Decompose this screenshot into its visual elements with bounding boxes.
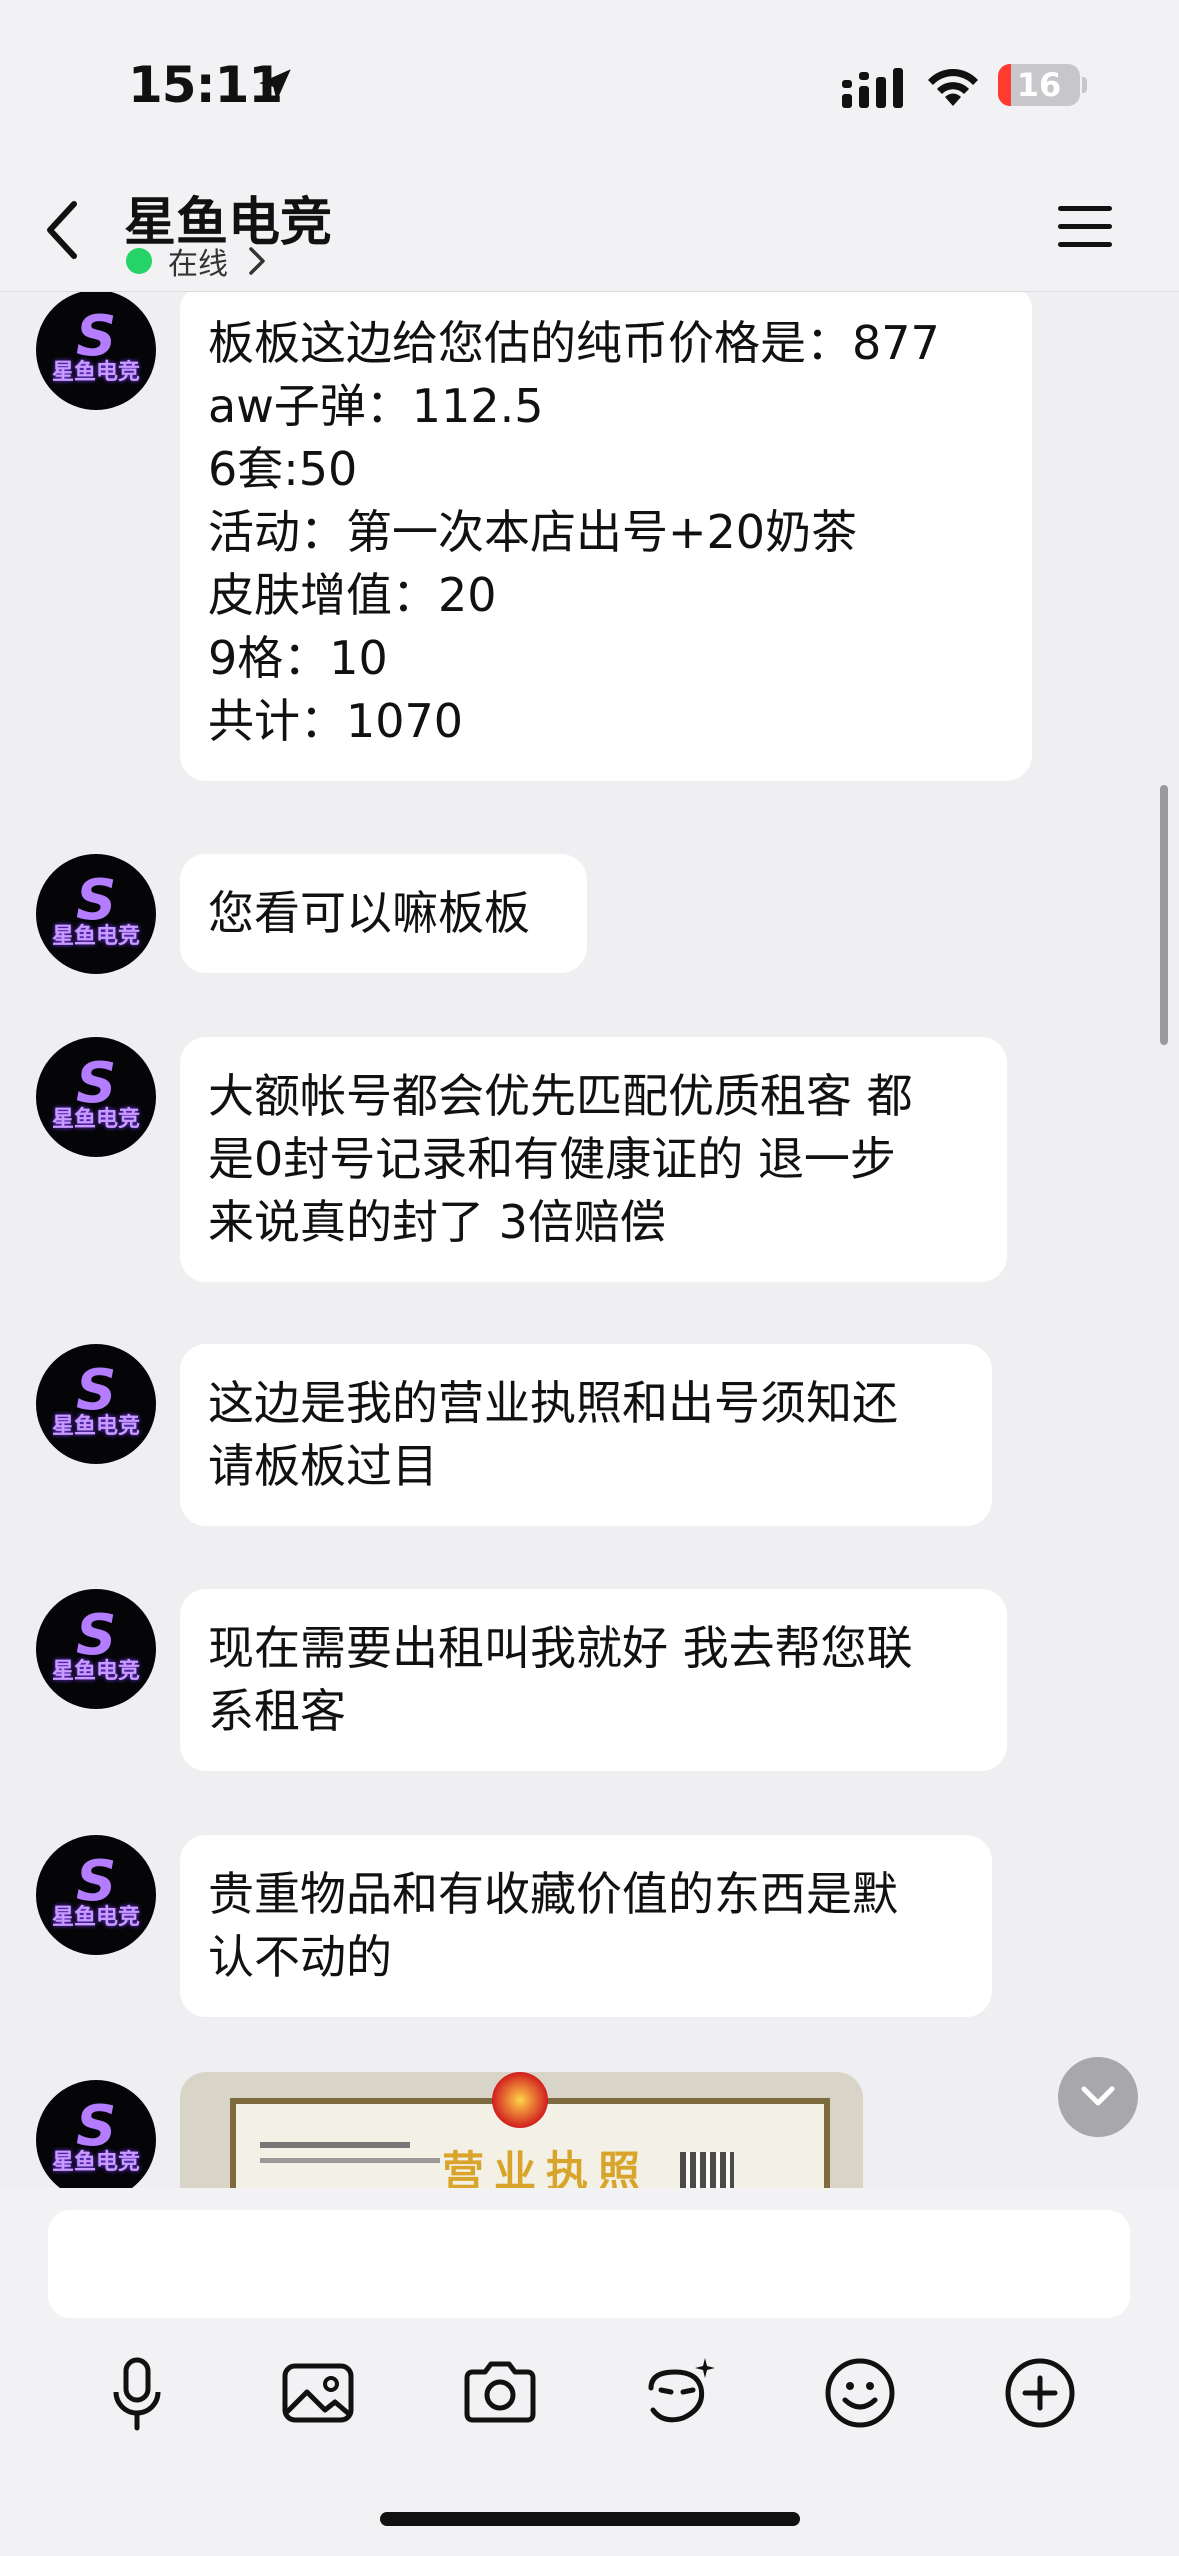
message-line: 是0封号记录和有健康证的 退一步 <box>208 1132 896 1186</box>
message-bubble[interactable]: 贵重物品和有收藏价值的东西是默 认不动的 <box>180 1835 992 2017</box>
national-emblem-icon <box>492 2072 548 2128</box>
avatar[interactable]: S 星鱼电竞 <box>36 1344 156 1464</box>
avatar[interactable]: S 星鱼电竞 <box>36 1037 156 1157</box>
battery-icon: 16 <box>998 64 1080 106</box>
composer-toolbar <box>0 2348 1179 2458</box>
microphone-icon[interactable] <box>92 2348 182 2438</box>
location-arrow-icon <box>259 69 291 101</box>
avatar[interactable]: S 星鱼电竞 <box>36 2080 156 2188</box>
scrollbar[interactable] <box>1160 785 1168 1045</box>
message-line: 认不动的 <box>208 1930 392 1984</box>
message-line: 现在需要出租叫我就好 我去帮您联 <box>208 1621 913 1675</box>
emoji-icon[interactable] <box>815 2348 905 2438</box>
avatar[interactable]: S 星鱼电竞 <box>36 1589 156 1709</box>
message-line: 共计：1070 <box>208 694 464 748</box>
message-line: 来说真的封了 3倍赔偿 <box>208 1195 666 1249</box>
cellular-signal-icon <box>842 68 903 108</box>
message-line: 活动：第一次本店出号+20奶茶 <box>208 505 858 559</box>
message-bubble[interactable]: 这边是我的营业执照和出号须知还 请板板过目 <box>180 1344 992 1526</box>
message-bubble[interactable]: 板板这边给您估的纯币价格是：877 aw子弹：112.5 6套:50 活动：第一… <box>180 292 1032 781</box>
chevron-right-icon <box>249 247 265 275</box>
license-text-line <box>260 2142 410 2148</box>
message-line: 9格：10 <box>208 631 388 685</box>
scroll-to-bottom-button[interactable] <box>1058 2057 1138 2137</box>
avatar-brand-text: 星鱼电竞 <box>51 1107 140 1132</box>
plus-icon[interactable] <box>995 2348 1085 2438</box>
wifi-icon <box>928 69 978 106</box>
license-text-line <box>260 2158 440 2163</box>
message-line: 6套:50 <box>208 442 358 496</box>
license-image[interactable]: 营业执照 <box>180 2072 863 2188</box>
hamburger-menu-icon[interactable] <box>1056 200 1114 252</box>
avatar-brand-text: 星鱼电竞 <box>51 2150 140 2175</box>
avatar-brand-text: 星鱼电竞 <box>51 1414 140 1439</box>
message-bubble[interactable]: 您看可以嘛板板 <box>180 854 587 973</box>
avatar-brand-text: 星鱼电竞 <box>51 1905 140 1930</box>
sticker-icon[interactable] <box>635 2348 725 2438</box>
license-title: 营业执照 <box>442 2147 651 2188</box>
message-line: 板板这边给您估的纯币价格是：877 <box>208 316 940 370</box>
avatar-brand-text: 星鱼电竞 <box>51 360 140 385</box>
chat-header: 星鱼电竞 在线 <box>0 170 1179 292</box>
qr-code-icon <box>680 2152 734 2188</box>
message-input[interactable] <box>48 2210 1130 2318</box>
chevron-down-icon <box>1081 2086 1115 2106</box>
message-line: aw子弹：112.5 <box>208 379 544 433</box>
battery-tip <box>1082 77 1087 93</box>
avatar[interactable]: S 星鱼电竞 <box>36 1835 156 1955</box>
message-line: 大额帐号都会优先匹配优质租客 都 <box>208 1069 913 1123</box>
camera-icon[interactable] <box>455 2348 545 2438</box>
message-line: 您看可以嘛板板 <box>208 886 530 940</box>
avatar-brand-text: 星鱼电竞 <box>51 924 140 949</box>
composer <box>0 2188 1179 2556</box>
online-dot-icon <box>126 248 152 274</box>
image-icon[interactable] <box>273 2348 363 2438</box>
message-list[interactable]: S 星鱼电竞 板板这边给您估的纯币价格是：877 aw子弹：112.5 6套:5… <box>0 292 1179 2188</box>
back-chevron-icon[interactable] <box>38 190 88 270</box>
battery-level: 16 <box>1016 66 1062 104</box>
avatar-brand-text: 星鱼电竞 <box>51 1659 140 1684</box>
avatar[interactable]: S 星鱼电竞 <box>36 854 156 974</box>
message-line: 贵重物品和有收藏价值的东西是默 <box>208 1867 898 1921</box>
message-line: 皮肤增值：20 <box>208 568 497 622</box>
message-line: 请板板过目 <box>208 1439 438 1493</box>
message-line: 系租客 <box>208 1684 346 1738</box>
message-line: 这边是我的营业执照和出号须知还 <box>208 1376 898 1430</box>
status-bar: 15:11 16 <box>0 0 1179 170</box>
home-indicator[interactable] <box>380 2512 800 2526</box>
message-bubble[interactable]: 大额帐号都会优先匹配优质租客 都 是0封号记录和有健康证的 退一步 来说真的封了… <box>180 1037 1007 1282</box>
avatar[interactable]: S 星鱼电竞 <box>36 292 156 410</box>
online-status-label: 在线 <box>168 247 228 282</box>
presence-status[interactable]: 在线 <box>126 242 268 282</box>
message-bubble[interactable]: 现在需要出租叫我就好 我去帮您联 系租客 <box>180 1589 1007 1771</box>
